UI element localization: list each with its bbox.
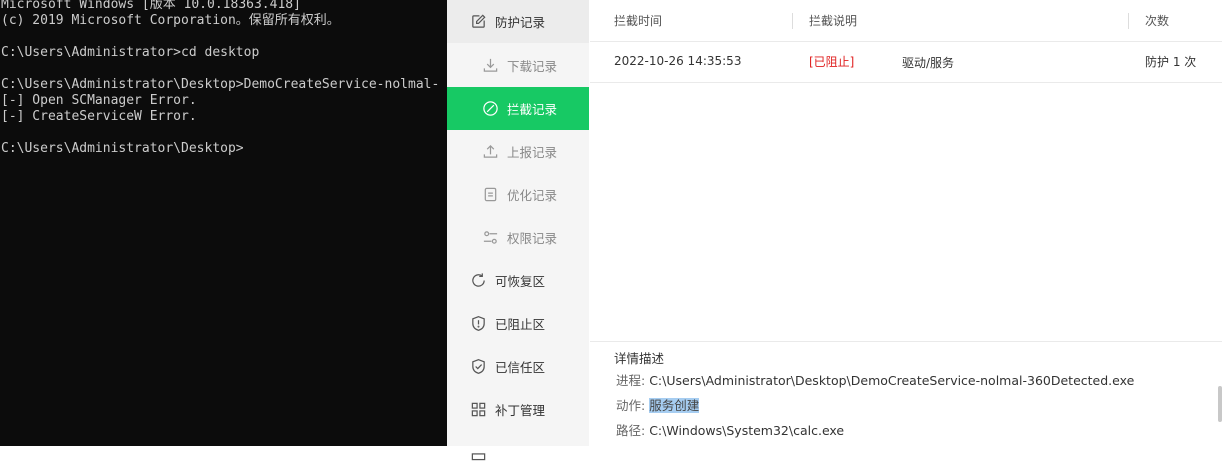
sidebar-item-label: 补丁管理 xyxy=(495,403,546,418)
list-icon xyxy=(481,186,499,204)
column-divider xyxy=(792,13,793,29)
sidebar-item-intercept-records[interactable]: 拦截记录 xyxy=(447,87,589,130)
sidebar-item-label: 已信任区 xyxy=(495,360,546,375)
row-description: 驱动/服务 xyxy=(902,55,955,70)
sliders-icon xyxy=(481,229,499,247)
download-icon xyxy=(481,57,499,75)
console-line: C:\Users\Administrator>cd desktop xyxy=(1,45,260,60)
sidebar-item-blocked-zone[interactable]: 已阻止区 xyxy=(447,302,589,345)
detail-process: 进程: C:\Users\Administrator\Desktop\DemoC… xyxy=(616,370,1134,389)
sidebar-item-label: 可恢复区 xyxy=(495,274,546,289)
shield-icon xyxy=(469,315,487,333)
detail-action: 动作: 服务创建 xyxy=(616,395,700,414)
path-label: 路径: xyxy=(616,423,646,438)
sidebar: 防护记录 下载记录 拦截记录 上报记录 优化记录 权限记录 可恢复区 已阻止区 … xyxy=(447,0,589,461)
detail-path: 路径: C:\Windows\System32\calc.exe xyxy=(616,420,844,439)
restore-icon xyxy=(469,272,487,290)
console-line: C:\Users\Administrator\Desktop>DemoCreat… xyxy=(1,77,440,92)
sidebar-item-partial[interactable] xyxy=(447,431,589,474)
shield-check-icon xyxy=(469,358,487,376)
action-value[interactable]: 服务创建 xyxy=(649,398,700,413)
sidebar-item-label: 优化记录 xyxy=(507,188,558,203)
sidebar-item-optimize-records[interactable]: 优化记录 xyxy=(447,173,589,216)
status-badge: [已阻止] xyxy=(809,54,855,69)
row-count: 防护 1 次 xyxy=(1145,54,1197,69)
row-divider xyxy=(590,82,1222,83)
sidebar-item-report-records[interactable]: 上报记录 xyxy=(447,130,589,173)
column-divider xyxy=(1128,13,1129,29)
sidebar-item-permission-records[interactable]: 权限记录 xyxy=(447,216,589,259)
sidebar-item-label: 防护记录 xyxy=(495,15,546,30)
column-header-time[interactable]: 拦截时间 xyxy=(614,0,662,40)
grid-icon xyxy=(469,401,487,419)
console-window[interactable]: Microsoft Windows [版本 10.0.18363.418] (c… xyxy=(0,0,447,446)
detail-title: 详情描述 xyxy=(614,351,665,366)
sidebar-item-label: 已阻止区 xyxy=(495,317,546,332)
sidebar-item-protection-records[interactable]: 防护记录 xyxy=(447,0,589,43)
box-icon xyxy=(469,444,487,462)
console-line: C:\Users\Administrator\Desktop> xyxy=(1,141,244,156)
sidebar-item-restore-zone[interactable]: 可恢复区 xyxy=(447,259,589,302)
scrollbar-thumb[interactable] xyxy=(1218,386,1222,422)
sidebar-item-download-records[interactable]: 下载记录 xyxy=(447,44,589,87)
action-label: 动作: xyxy=(616,398,646,413)
sidebar-item-patch-management[interactable]: 补丁管理 xyxy=(447,388,589,431)
upload-icon xyxy=(481,143,499,161)
console-line: [-] CreateServiceW Error. xyxy=(1,109,197,124)
sidebar-item-trusted-zone[interactable]: 已信任区 xyxy=(447,345,589,388)
detail-divider xyxy=(590,341,1222,342)
column-header-count[interactable]: 次数 xyxy=(1145,0,1169,40)
row-time: 2022-10-26 14:35:53 xyxy=(614,54,742,68)
column-header-description[interactable]: 拦截说明 xyxy=(809,0,857,40)
sidebar-item-label: 权限记录 xyxy=(507,231,558,246)
sidebar-item-label: 下载记录 xyxy=(507,59,558,74)
console-line: [-] Open SCManager Error. xyxy=(1,93,197,108)
console-line: (c) 2019 Microsoft Corporation。保留所有权利。 xyxy=(1,13,340,28)
records-panel: 拦截时间 拦截说明 次数 2022-10-26 14:35:53 [已阻止] 驱… xyxy=(590,0,1222,446)
process-label: 进程: xyxy=(616,373,646,388)
block-icon xyxy=(481,100,499,118)
sidebar-item-label: 上报记录 xyxy=(507,145,558,160)
path-value: C:\Windows\System32\calc.exe xyxy=(649,423,845,438)
process-value: C:\Users\Administrator\Desktop\DemoCreat… xyxy=(649,373,1135,388)
edit-icon xyxy=(469,13,487,31)
console-line: Microsoft Windows [版本 10.0.18363.418] xyxy=(1,0,301,12)
sidebar-item-label: 拦截记录 xyxy=(507,102,558,117)
